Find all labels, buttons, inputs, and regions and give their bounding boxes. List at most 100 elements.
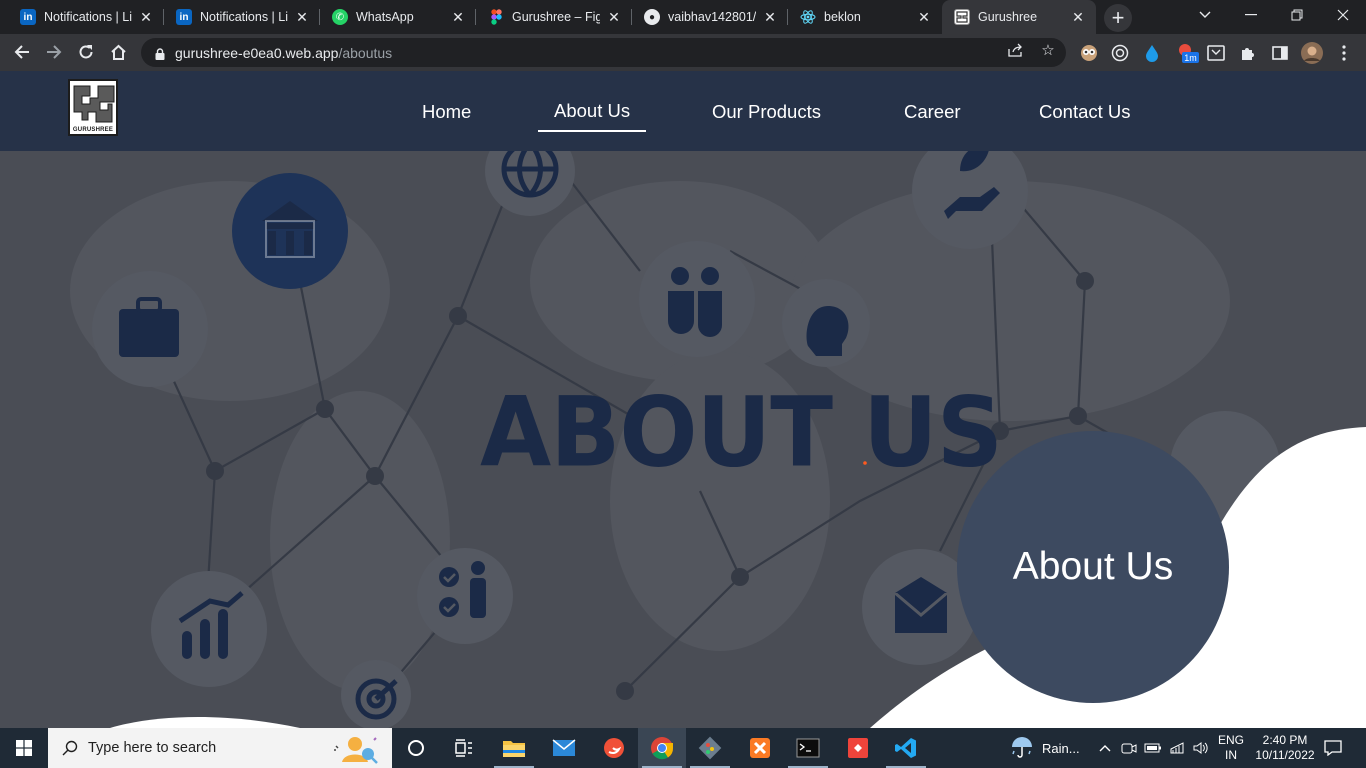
windows-taskbar: Type here to search Rain... ENG IN 2:40 … xyxy=(0,728,1366,768)
tab-search-button[interactable] xyxy=(1182,0,1228,30)
language-label: ENG xyxy=(1217,733,1244,747)
tab-title: vaibhav142801/f xyxy=(668,10,756,24)
nav-career[interactable]: Career xyxy=(904,101,961,123)
whatsapp-icon: ✆ xyxy=(332,9,348,25)
lock-icon xyxy=(155,47,165,60)
side-panel-icon xyxy=(1272,46,1288,60)
taskbar-git[interactable] xyxy=(686,728,734,768)
back-button[interactable] xyxy=(7,37,37,67)
avatar xyxy=(1301,42,1323,64)
bookmark-button[interactable]: ☆ xyxy=(1039,41,1057,59)
input-language-indicator[interactable]: ENG IN xyxy=(1214,728,1248,768)
taskbar-file-explorer[interactable] xyxy=(490,728,538,768)
action-center-button[interactable] xyxy=(1320,728,1346,768)
url-text: gurushree-e0ea0.web.app/aboutus xyxy=(175,45,392,61)
browser-toolbar: gurushree-e0ea0.web.app/aboutus ☆ 1m xyxy=(0,34,1366,71)
nav-our-products[interactable]: Our Products xyxy=(712,101,821,123)
tab-linkedin-2[interactable]: in Notifications | LinkedIn ✕ xyxy=(164,0,320,34)
nav-contact-us[interactable]: Contact Us xyxy=(1039,101,1131,123)
tab-title: Notifications | LinkedIn xyxy=(200,10,288,24)
nav-home[interactable]: Home xyxy=(422,101,471,123)
show-hidden-icons-button[interactable] xyxy=(1094,728,1116,768)
close-tab-icon[interactable]: ✕ xyxy=(762,9,778,25)
taskbar-swift[interactable] xyxy=(590,728,638,768)
url-host: gurushree-e0ea0.web.app xyxy=(175,44,339,61)
linkedin-icon: in xyxy=(20,9,36,25)
browser-menu-button[interactable] xyxy=(1335,44,1353,62)
clock-time: 2:40 PM xyxy=(1262,733,1308,747)
windows-logo-icon xyxy=(16,740,32,756)
notification-icon xyxy=(1324,740,1342,756)
close-tab-icon[interactable]: ✕ xyxy=(916,9,932,25)
browser-tab-strip: in Notifications | LinkedIn ✕ in Notific… xyxy=(0,0,1366,34)
extension-badge: 1m xyxy=(1184,53,1197,63)
search-icon xyxy=(62,740,78,756)
close-tab-icon[interactable]: ✕ xyxy=(606,9,622,25)
forward-button[interactable] xyxy=(39,37,69,67)
close-tab-icon[interactable]: ✕ xyxy=(294,9,310,25)
gurushree-logo[interactable]: GURUSHREE xyxy=(68,79,118,136)
taskbar-search-box[interactable]: Type here to search xyxy=(48,728,392,768)
side-panel-button[interactable] xyxy=(1271,44,1289,62)
battery-icon xyxy=(1144,743,1161,753)
tab-figma[interactable]: Gurushree – Figma ✕ xyxy=(476,0,632,34)
tab-whatsapp[interactable]: ✆ WhatsApp ✕ xyxy=(320,0,476,34)
share-icon xyxy=(1008,43,1022,57)
extension-button[interactable] xyxy=(1143,44,1161,62)
extensions-menu-button[interactable] xyxy=(1239,44,1257,62)
tab-title: beklon xyxy=(824,10,861,24)
reload-icon xyxy=(79,45,93,59)
anydesk-icon xyxy=(848,738,868,758)
nav-about-us[interactable]: About Us xyxy=(537,100,647,132)
home-button[interactable] xyxy=(103,37,133,67)
taskbar-terminal[interactable] xyxy=(784,728,832,768)
search-highlight-icon xyxy=(334,737,378,764)
close-tab-icon[interactable]: ✕ xyxy=(450,9,466,25)
camera-icon xyxy=(1121,743,1137,754)
tab-beklon[interactable]: beklon ✕ xyxy=(788,0,942,34)
volume-control[interactable] xyxy=(1190,728,1212,768)
tab-linkedin-1[interactable]: in Notifications | LinkedIn ✕ xyxy=(8,0,164,34)
site-navbar: GURUSHREE Home About Us Our Products Car… xyxy=(0,71,1366,151)
meet-now-button[interactable] xyxy=(1118,728,1140,768)
taskbar-mail[interactable] xyxy=(540,728,588,768)
task-view-icon xyxy=(455,739,472,757)
reload-button[interactable] xyxy=(71,37,101,67)
task-view-button[interactable] xyxy=(440,728,488,768)
taskbar-chrome[interactable] xyxy=(638,728,686,768)
clock-date: 10/11/2022 xyxy=(1255,748,1315,762)
clock[interactable]: 2:40 PM 10/11/2022 xyxy=(1250,728,1320,768)
extension-button[interactable]: 1m xyxy=(1176,44,1200,63)
extension-button[interactable] xyxy=(1207,44,1225,62)
drop-extension-icon xyxy=(1146,45,1158,62)
search-placeholder: Type here to search xyxy=(88,740,217,756)
extension-button[interactable] xyxy=(1080,44,1098,62)
tab-gurushree[interactable]: Gurushree ✕ xyxy=(942,0,1096,34)
mail-icon xyxy=(552,739,576,756)
logo-text: GURUSHREE xyxy=(72,127,114,133)
start-button[interactable] xyxy=(0,728,48,768)
address-bar[interactable]: gurushree-e0ea0.web.app/aboutus xyxy=(141,38,1066,67)
taskbar-vscode[interactable] xyxy=(882,728,930,768)
home-icon xyxy=(110,44,126,60)
profile-button[interactable] xyxy=(1301,42,1323,64)
new-tab-button[interactable]: + xyxy=(1104,4,1132,32)
cortana-button[interactable] xyxy=(392,728,440,768)
minimize-button[interactable] xyxy=(1228,0,1274,30)
extension-button[interactable] xyxy=(1111,44,1129,62)
taskbar-anydesk[interactable] xyxy=(834,728,882,768)
restore-button[interactable] xyxy=(1274,0,1320,30)
close-tab-icon[interactable]: ✕ xyxy=(1070,9,1086,25)
battery-indicator[interactable] xyxy=(1142,728,1164,768)
star-icon: ☆ xyxy=(1041,42,1055,59)
chevron-up-icon xyxy=(1099,745,1111,752)
react-icon xyxy=(800,9,816,25)
close-tab-icon[interactable]: ✕ xyxy=(138,9,154,25)
circle-heading: About Us xyxy=(1012,545,1174,588)
weather-widget[interactable]: Rain... xyxy=(1010,728,1090,768)
close-window-button[interactable] xyxy=(1320,0,1366,30)
tab-github[interactable]: ● vaibhav142801/f ✕ xyxy=(632,0,788,34)
taskbar-xampp[interactable] xyxy=(736,728,784,768)
share-button[interactable] xyxy=(1007,41,1025,59)
wifi-indicator[interactable] xyxy=(1166,728,1188,768)
